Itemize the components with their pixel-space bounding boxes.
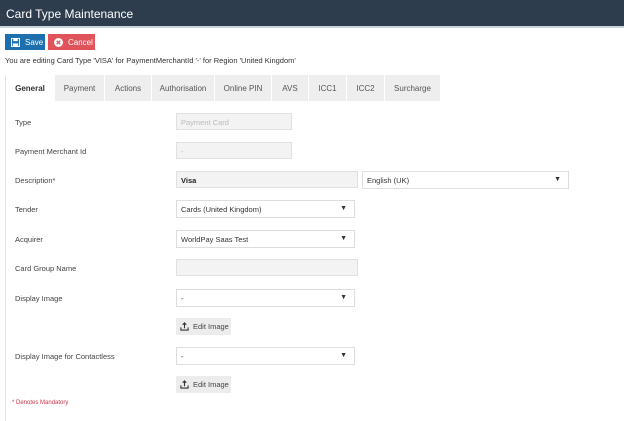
merchant-id-field: - (176, 142, 292, 159)
merchant-id-label: Payment Merchant Id (15, 147, 87, 156)
tender-select[interactable]: Cards (United Kingdom) ▼ (176, 200, 355, 218)
tab-surcharge[interactable]: Surcharge (385, 75, 441, 101)
edit-image-contactless-button[interactable]: Edit Image (176, 376, 231, 393)
tender-label: Tender (15, 205, 38, 214)
cancel-button[interactable]: Cancel (48, 34, 95, 50)
tab-actions[interactable]: Actions (105, 75, 152, 101)
display-image-value: - (181, 294, 184, 303)
type-label: Type (15, 118, 32, 127)
dropdown-arrow-icon: ▼ (340, 235, 347, 242)
card-group-label: Card Group Name (15, 264, 77, 273)
panel-border (5, 101, 6, 421)
display-image-label: Display Image (15, 294, 63, 303)
language-select[interactable]: English (UK) ▼ (362, 171, 569, 189)
tender-value: Cards (United Kingdom) (181, 205, 262, 214)
upload-icon (180, 380, 189, 389)
upload-icon (180, 322, 189, 331)
tab-online-pin[interactable]: Online PIN (215, 75, 272, 101)
description-label: Description* (15, 176, 56, 185)
language-value: English (UK) (367, 176, 410, 185)
tab-avs[interactable]: AVS (272, 75, 309, 101)
display-image-contactless-value: - (181, 352, 184, 361)
display-image-contactless-label: Display Image for Contactless (15, 352, 115, 361)
tab-icc1[interactable]: ICC1 (309, 75, 347, 101)
acquirer-value: WorldPay Saas Test (181, 235, 249, 244)
edit-image-label: Edit Image (193, 380, 229, 389)
floppy-disk-icon (11, 37, 20, 47)
tab-bar: General Payment Actions Authorisation On… (5, 75, 441, 101)
page-header: Card Type Maintenance (0, 0, 624, 28)
acquirer-select[interactable]: WorldPay Saas Test ▼ (176, 230, 355, 248)
save-button[interactable]: Save (5, 34, 45, 50)
save-label: Save (25, 37, 44, 47)
tab-payment[interactable]: Payment (55, 75, 105, 101)
type-field: Payment Card (176, 113, 292, 130)
page-title: Card Type Maintenance (6, 7, 134, 21)
editing-info: You are editing Card Type 'VISA' for Pay… (5, 56, 296, 65)
display-image-contactless-select[interactable]: - ▼ (176, 347, 355, 365)
tab-icc2[interactable]: ICC2 (347, 75, 385, 101)
dropdown-arrow-icon: ▼ (340, 352, 347, 359)
cancel-label: Cancel (68, 37, 93, 47)
tab-authorisation[interactable]: Authorisation (152, 75, 215, 101)
display-image-select[interactable]: - ▼ (176, 289, 355, 307)
acquirer-label: Acquirer (15, 235, 43, 244)
dropdown-arrow-icon: ▼ (340, 205, 347, 212)
dropdown-arrow-icon: ▼ (340, 294, 347, 301)
description-input[interactable]: Visa (176, 171, 358, 188)
edit-image-button[interactable]: Edit Image (176, 318, 231, 335)
cancel-circle-icon (54, 37, 63, 47)
edit-image-label: Edit Image (193, 322, 229, 331)
dropdown-arrow-icon: ▼ (554, 176, 561, 183)
card-group-input[interactable] (176, 259, 358, 276)
mandatory-note: * Denotes Mandatory (12, 400, 69, 406)
tab-general[interactable]: General (6, 75, 55, 101)
